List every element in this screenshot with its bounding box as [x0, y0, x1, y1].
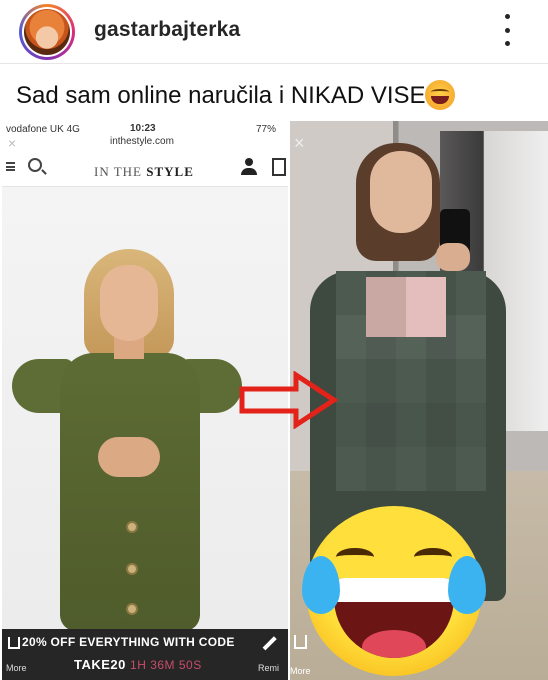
fearful-face-emoji-icon — [425, 80, 455, 110]
reminder-label: Remi — [258, 663, 280, 673]
clock-text: 10:23 — [130, 123, 156, 134]
more-options-icon[interactable] — [500, 14, 514, 46]
crying-laughing-emoji-icon — [302, 506, 486, 676]
post-header: gastarbajterka — [0, 0, 548, 64]
carrier-text: vodafone UK 4G — [6, 124, 80, 135]
share-icon — [294, 635, 307, 649]
shop-navbar: IN THE STYLE — [2, 149, 288, 187]
share-icon — [8, 637, 20, 649]
phone-status-bar: vodafone UK 4G 10:23 77% inthestyle.com — [2, 121, 288, 149]
pencil-icon — [262, 636, 277, 651]
red-arrow-icon — [239, 371, 338, 429]
shopping-bag-icon — [272, 158, 286, 176]
meme-caption: Sad sam online naručila i NIKAD VISE — [16, 82, 426, 109]
promo-timer: 1H 36M 50S — [130, 658, 202, 672]
menu-icon — [6, 162, 15, 171]
account-icon — [240, 158, 258, 176]
promo-text: 20% OFF EVERYTHING WITH CODE — [22, 635, 235, 649]
promo-code-line: TAKE20 1H 36M 50S — [74, 657, 202, 672]
battery-text: 77% — [255, 124, 276, 135]
avatar[interactable] — [19, 4, 75, 60]
username-link[interactable]: gastarbajterka — [94, 18, 240, 42]
brand-logo: IN THE STYLE — [94, 164, 194, 180]
close-icon: × — [294, 133, 305, 153]
instagram-post-page: gastarbajterka Sad sam online naručila i… — [0, 0, 548, 680]
url-text: inthestyle.com — [110, 136, 174, 147]
promo-banner: 20% OFF EVERYTHING WITH CODE More TAKE20… — [2, 629, 288, 680]
brand-prefix: IN THE — [94, 164, 143, 179]
green-dress — [60, 353, 200, 631]
search-icon — [28, 158, 42, 172]
more-label: More — [6, 663, 27, 673]
promo-code: TAKE20 — [74, 657, 126, 672]
more-label: More — [290, 666, 311, 676]
brand-name: STYLE — [146, 164, 194, 179]
